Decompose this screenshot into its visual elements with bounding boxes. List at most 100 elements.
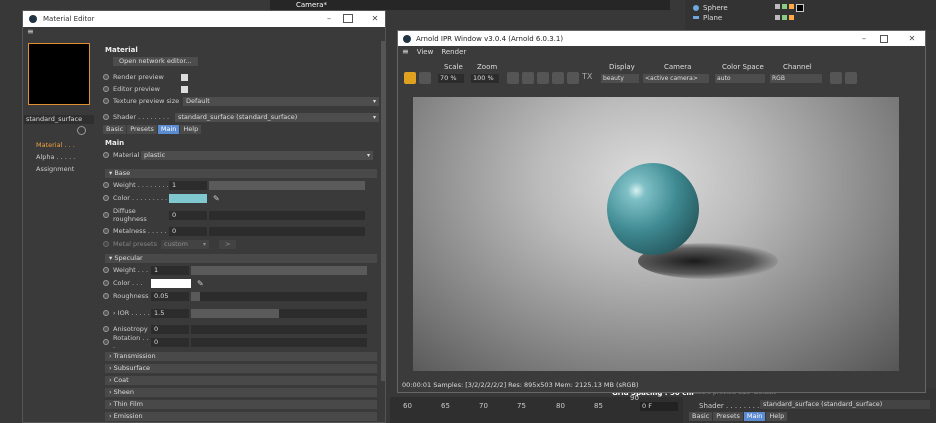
side-tabs[interactable] [915, 87, 925, 147]
keyframe-icon[interactable] [103, 310, 109, 316]
material-name-field[interactable]: standard_surface [24, 115, 94, 124]
keyframe-icon[interactable] [103, 293, 109, 299]
metalness-field[interactable]: 0 [169, 226, 207, 236]
colorspace-dropdown[interactable]: auto [715, 74, 765, 83]
keyframe-icon[interactable] [103, 228, 109, 234]
section-specular[interactable]: ▾ Specular [105, 254, 377, 263]
keyframe-icon[interactable] [103, 86, 109, 92]
specular-weight-field[interactable]: 1 [151, 265, 189, 275]
pick-icon[interactable] [77, 126, 86, 135]
anisotropy-field[interactable]: 0 [151, 324, 189, 334]
specular-color-swatch[interactable] [151, 278, 191, 288]
metalness-slider[interactable] [209, 226, 365, 236]
tab-presets[interactable]: Presets [127, 124, 157, 134]
section-transmission[interactable]: › Transmission [105, 352, 377, 361]
material-editor-titlebar[interactable]: Material Editor – ✕ [23, 11, 385, 27]
menu-view[interactable]: View [417, 48, 434, 56]
render-viewport[interactable] [413, 97, 899, 371]
play-icon[interactable] [404, 72, 416, 84]
attr-tab-basic[interactable]: Basic [689, 412, 713, 421]
section-sheen[interactable]: › Sheen [105, 388, 377, 397]
hamburger-icon[interactable]: ≡ [27, 27, 34, 36]
nav-material[interactable]: Material . . . [36, 141, 75, 149]
open-network-editor-button[interactable]: Open network editor... [113, 56, 198, 66]
object-tags[interactable] [775, 3, 804, 12]
tx-icon[interactable]: TX [582, 72, 594, 84]
region-icon[interactable] [507, 72, 519, 84]
specular-roughness-slider[interactable] [191, 291, 367, 301]
editor-preview-checkbox[interactable] [181, 85, 188, 93]
keyframe-icon[interactable] [103, 195, 109, 201]
section-subsurface[interactable]: › Subsurface [105, 364, 377, 373]
nav-assignment[interactable]: Assignment [36, 165, 74, 173]
section-emission[interactable]: › Emission [105, 412, 377, 421]
specular-weight-slider[interactable] [191, 265, 367, 275]
menu-render[interactable]: Render [441, 48, 466, 56]
hamburger-icon[interactable]: ≡ [402, 47, 409, 56]
eyedropper-icon[interactable]: ✎ [213, 194, 220, 203]
keyframe-icon[interactable] [103, 114, 109, 120]
close-icon[interactable]: ✕ [367, 13, 383, 25]
keyframe-icon[interactable] [103, 152, 109, 158]
scale-field[interactable]: 70 % [438, 74, 464, 83]
keyframe-icon[interactable] [103, 98, 109, 104]
keyframe-icon[interactable] [103, 280, 109, 286]
material-preset-dropdown[interactable]: plastic [141, 150, 373, 160]
object-row-sphere[interactable]: Sphere [685, 3, 936, 12]
diffuse-roughness-field[interactable]: 0 [169, 210, 207, 220]
tab-help[interactable]: Help [180, 124, 202, 134]
grid-icon[interactable] [522, 72, 534, 84]
render-preview-checkbox[interactable] [181, 73, 188, 81]
ior-field[interactable]: 1.5 [151, 308, 189, 318]
keyframe-icon[interactable] [103, 74, 109, 80]
tab-basic[interactable]: Basic [103, 124, 127, 134]
display-dropdown[interactable]: beauty [601, 74, 639, 83]
rotation-slider[interactable] [191, 337, 367, 347]
nav-alpha[interactable]: Alpha . . . . . [36, 153, 75, 161]
section-base[interactable]: ▾ Base [105, 169, 377, 178]
material-editor-scrollbar[interactable] [381, 41, 386, 381]
ior-slider[interactable] [191, 308, 367, 318]
snapshot-icon[interactable] [845, 72, 857, 84]
maximize-icon[interactable] [343, 14, 353, 23]
refresh-icon[interactable] [830, 72, 842, 84]
attr-tab-main[interactable]: Main [743, 412, 766, 421]
eyedropper-icon[interactable]: ✎ [197, 279, 204, 288]
section-coat[interactable]: › Coat [105, 376, 377, 385]
texture-preview-dropdown[interactable]: Default [183, 96, 379, 106]
shader-dropdown[interactable]: standard_surface (standard_surface) [175, 112, 379, 122]
attr-tab-presets[interactable]: Presets [713, 412, 743, 421]
close-icon[interactable]: ✕ [904, 33, 920, 45]
base-color-swatch[interactable] [169, 193, 207, 203]
material-preview[interactable] [28, 43, 90, 105]
diffuse-roughness-slider[interactable] [209, 210, 365, 220]
base-weight-slider[interactable] [209, 180, 365, 190]
specular-roughness-field[interactable]: 0.05 [151, 291, 189, 301]
rotation-field[interactable]: 0 [151, 337, 189, 347]
section-thin-film[interactable]: › Thin Film [105, 400, 377, 409]
maximize-icon[interactable] [880, 35, 888, 43]
keyframe-icon[interactable] [103, 212, 109, 218]
keyframe-icon[interactable] [103, 326, 109, 332]
anisotropy-slider[interactable] [191, 324, 367, 334]
picker-icon[interactable] [567, 72, 579, 84]
zoom-field[interactable]: 100 % [471, 74, 499, 83]
minimize-icon[interactable]: – [856, 33, 872, 45]
keyframe-icon[interactable] [103, 267, 109, 273]
keyframe-icon[interactable] [103, 182, 109, 188]
current-frame-field[interactable]: 0 F [640, 402, 678, 411]
minimize-icon[interactable]: – [321, 13, 337, 25]
attr-tab-help[interactable]: Help [766, 412, 788, 421]
lock-icon[interactable] [552, 72, 564, 84]
object-tags[interactable] [775, 15, 794, 20]
keyframe-icon[interactable] [103, 339, 109, 345]
base-weight-field[interactable]: 1 [169, 180, 207, 190]
arnold-titlebar[interactable]: Arnold IPR Window v3.0.4 (Arnold 6.0.3.1… [398, 31, 925, 46]
pause-icon[interactable] [419, 72, 431, 84]
tab-main[interactable]: Main [157, 124, 180, 134]
object-row-plane[interactable]: Plane [685, 13, 936, 22]
attr-shader-dropdown[interactable]: standard_surface (standard_surface) [760, 400, 930, 409]
camera-dropdown[interactable]: <active camera> [643, 74, 709, 83]
crop-icon[interactable] [537, 72, 549, 84]
channel-dropdown[interactable]: RGB [770, 74, 822, 83]
